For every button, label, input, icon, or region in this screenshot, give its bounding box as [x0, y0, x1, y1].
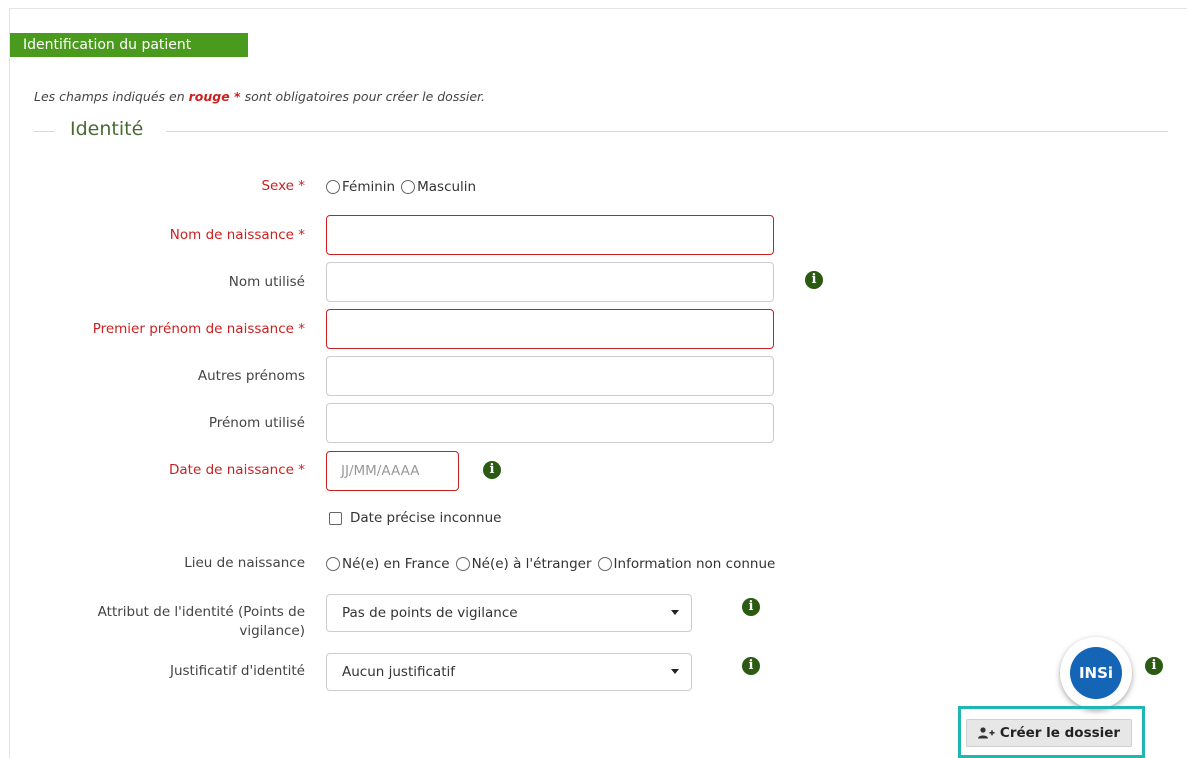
radio-feminin[interactable]: [326, 180, 340, 194]
radio-info-non-connue-label: Information non connue: [613, 556, 776, 572]
sexe-option-masculin[interactable]: Masculin: [401, 179, 476, 195]
date-inconnue-checkbox[interactable]: [329, 511, 342, 525]
radio-info-non-connue[interactable]: [597, 557, 612, 571]
date-naissance-input[interactable]: JJ/MM/AAAA: [326, 451, 459, 491]
date-inconnue-row[interactable]: Date précise inconnue: [329, 510, 501, 526]
autres-prenoms-label: Autres prénoms: [197, 368, 305, 384]
info-icon[interactable]: i: [742, 598, 760, 616]
radio-masculin[interactable]: [401, 180, 416, 194]
attribut-label-line2: vigilance): [239, 623, 305, 639]
lieu-naissance-radio-group: Né(e) en France Né(e) à l'étranger Infor…: [326, 556, 781, 572]
sexe-radio-group: Féminin Masculin: [326, 179, 482, 195]
fieldset-legend: Identité: [70, 118, 144, 140]
lieu-naissance-label: Lieu de naissance: [184, 555, 305, 571]
radio-ne-france-label: Né(e) en France: [342, 556, 450, 572]
radio-ne-etranger[interactable]: [455, 557, 470, 571]
justificatif-selected-value: Aucun justificatif: [342, 664, 455, 680]
lieu-option-etranger[interactable]: Né(e) à l'étranger: [455, 556, 592, 572]
attribut-identite-select[interactable]: Pas de points de vigilance: [326, 594, 692, 632]
nom-naissance-input[interactable]: [326, 215, 774, 255]
section-title: Identification du patient: [10, 33, 248, 57]
note-text-before: Les champs indiqués en: [34, 89, 189, 104]
insi-badge[interactable]: INSi: [1060, 637, 1132, 709]
justificatif-identite-select[interactable]: Aucun justificatif: [326, 653, 692, 691]
lieu-option-france[interactable]: Né(e) en France: [326, 556, 450, 572]
info-icon[interactable]: i: [805, 271, 823, 289]
user-plus-icon: [977, 727, 995, 739]
required-fields-note: Les champs indiqués en rouge * sont obli…: [34, 89, 485, 104]
create-dossier-label: Créer le dossier: [999, 725, 1121, 741]
create-dossier-button[interactable]: Créer le dossier: [966, 719, 1132, 747]
info-icon[interactable]: i: [1145, 657, 1163, 675]
panel-top-border: [9, 8, 1187, 9]
radio-ne-etranger-label: Né(e) à l'étranger: [471, 556, 592, 572]
attribut-label-line1: Attribut de l'identité (Points de: [97, 604, 305, 620]
chevron-down-icon: [671, 610, 679, 615]
note-rouge: rouge: [188, 89, 230, 104]
attribut-identite-label: Attribut de l'identité (Points de vigila…: [98, 603, 305, 641]
info-icon[interactable]: i: [742, 657, 760, 675]
sexe-label: Sexe *: [261, 178, 305, 194]
radio-masculin-label: Masculin: [417, 179, 477, 195]
prenom-utilise-label: Prénom utilisé: [208, 415, 305, 431]
attribut-selected-value: Pas de points de vigilance: [342, 605, 518, 621]
justificatif-identite-label: Justificatif d'identité: [169, 663, 305, 679]
insi-logo: INSi: [1070, 647, 1122, 699]
autres-prenoms-input[interactable]: [326, 356, 774, 396]
panel-left-border: [9, 8, 10, 758]
chevron-down-icon: [671, 669, 679, 674]
radio-ne-france[interactable]: [326, 557, 340, 571]
fieldset-divider-left: [34, 131, 54, 132]
nom-utilise-label: Nom utilisé: [228, 274, 305, 290]
nom-utilise-input[interactable]: [326, 262, 774, 302]
date-inconnue-label: Date précise inconnue: [350, 510, 502, 526]
date-naissance-label: Date de naissance *: [169, 462, 305, 478]
premier-prenom-input[interactable]: [326, 309, 774, 349]
sexe-option-feminin[interactable]: Féminin: [326, 179, 395, 195]
note-text-after: sont obligatoires pour créer le dossier.: [240, 89, 485, 104]
fieldset-divider-right: [166, 131, 1168, 132]
note-star: *: [229, 89, 241, 104]
info-icon[interactable]: i: [483, 461, 501, 479]
premier-prenom-label: Premier prénom de naissance *: [92, 321, 305, 337]
nom-naissance-label: Nom de naissance *: [169, 227, 305, 243]
lieu-option-inconnue[interactable]: Information non connue: [597, 556, 776, 572]
radio-feminin-label: Féminin: [342, 179, 396, 195]
prenom-utilise-input[interactable]: [326, 403, 774, 443]
